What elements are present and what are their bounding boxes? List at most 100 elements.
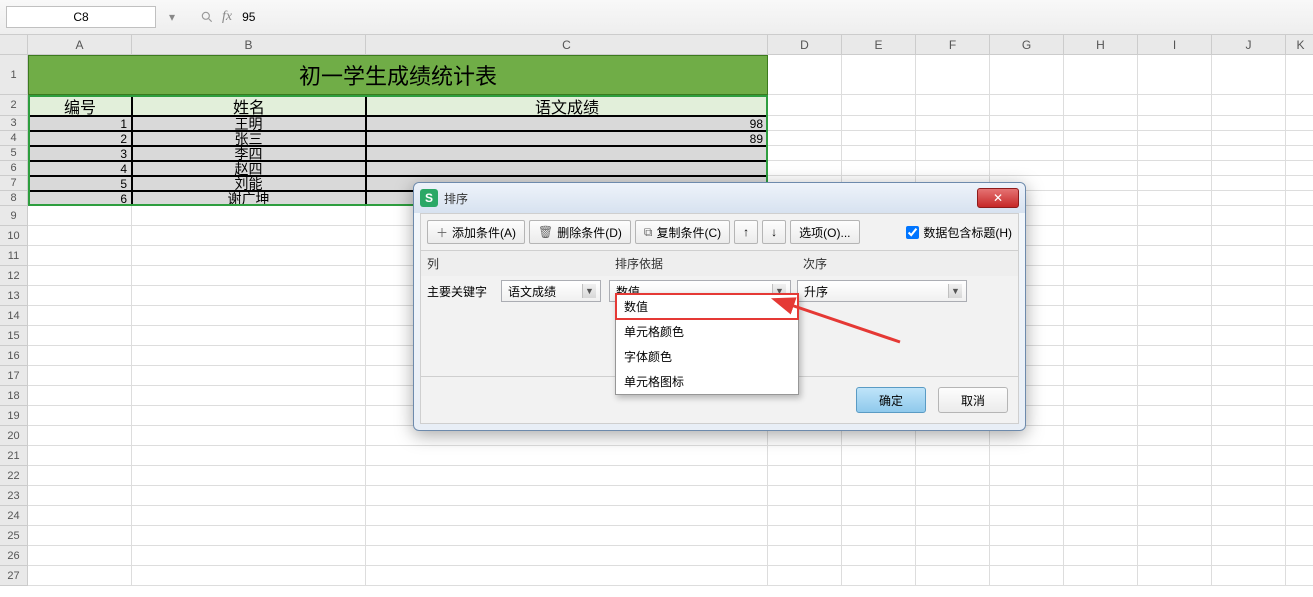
cell[interactable] (768, 466, 842, 486)
cell[interactable] (1286, 306, 1313, 326)
cell[interactable] (28, 526, 132, 546)
row-header[interactable]: 19 (0, 406, 28, 426)
row-header[interactable]: 7 (0, 176, 28, 191)
cell[interactable] (990, 116, 1064, 131)
cell[interactable] (1064, 406, 1138, 426)
cell[interactable] (132, 426, 366, 446)
cell[interactable] (366, 526, 768, 546)
fx-icon[interactable]: fx (222, 9, 232, 25)
cell[interactable] (1212, 326, 1286, 346)
cell[interactable] (916, 131, 990, 146)
cell[interactable] (1138, 466, 1212, 486)
cell[interactable] (1138, 566, 1212, 586)
cell[interactable] (1212, 116, 1286, 131)
cell[interactable] (1212, 55, 1286, 95)
cell[interactable] (842, 446, 916, 466)
cell[interactable] (1064, 506, 1138, 526)
title-cell[interactable]: 初一学生成绩统计表 (28, 55, 768, 95)
cell[interactable] (1286, 326, 1313, 346)
cell[interactable] (1138, 326, 1212, 346)
cell[interactable] (990, 446, 1064, 466)
cell[interactable] (1286, 366, 1313, 386)
column-header-H[interactable]: H (1064, 35, 1138, 55)
cell[interactable] (132, 246, 366, 266)
cell[interactable] (990, 95, 1064, 116)
dropdown-item[interactable]: 字体颜色 (616, 344, 798, 369)
row-header[interactable]: 11 (0, 246, 28, 266)
cell[interactable] (1286, 116, 1313, 131)
cell[interactable] (366, 506, 768, 526)
cell[interactable] (1138, 526, 1212, 546)
cell[interactable] (1286, 406, 1313, 426)
cell[interactable] (768, 506, 842, 526)
row-header[interactable]: 14 (0, 306, 28, 326)
dropdown-item[interactable]: 数值 (616, 294, 798, 319)
cell[interactable] (1064, 486, 1138, 506)
sort-column-select[interactable]: 语文成绩 ▼ (501, 280, 601, 302)
cell[interactable] (132, 466, 366, 486)
cell[interactable] (1286, 55, 1313, 95)
cell[interactable] (1212, 246, 1286, 266)
row-header[interactable]: 23 (0, 486, 28, 506)
cell[interactable] (916, 526, 990, 546)
cell[interactable] (132, 226, 366, 246)
cell[interactable] (842, 161, 916, 176)
column-header-C[interactable]: C (366, 35, 768, 55)
cell[interactable] (842, 95, 916, 116)
cell[interactable] (1138, 266, 1212, 286)
cell[interactable] (132, 506, 366, 526)
move-up-button[interactable]: ↑ (734, 220, 758, 244)
cell[interactable] (1286, 191, 1313, 206)
cell[interactable] (28, 326, 132, 346)
cell[interactable] (990, 506, 1064, 526)
cell[interactable] (1138, 161, 1212, 176)
cell[interactable] (1212, 366, 1286, 386)
cell[interactable] (990, 55, 1064, 95)
cell[interactable] (1064, 526, 1138, 546)
cell[interactable] (28, 266, 132, 286)
cell[interactable] (916, 466, 990, 486)
row-header[interactable]: 1 (0, 55, 28, 95)
cell[interactable] (768, 486, 842, 506)
data-cell[interactable]: 1 (28, 116, 132, 131)
cell[interactable] (1064, 146, 1138, 161)
cell[interactable] (1286, 386, 1313, 406)
close-button[interactable]: ✕ (977, 188, 1019, 208)
cell[interactable] (1286, 206, 1313, 226)
cell[interactable] (1212, 506, 1286, 526)
cell[interactable] (28, 466, 132, 486)
cell[interactable] (1064, 55, 1138, 95)
column-header-I[interactable]: I (1138, 35, 1212, 55)
cell[interactable] (1138, 146, 1212, 161)
cell[interactable] (1286, 266, 1313, 286)
cell[interactable] (1212, 466, 1286, 486)
row-header[interactable]: 10 (0, 226, 28, 246)
data-cell[interactable]: 4 (28, 161, 132, 176)
cell[interactable] (842, 546, 916, 566)
cell[interactable] (768, 546, 842, 566)
cell[interactable] (28, 546, 132, 566)
cell[interactable] (132, 526, 366, 546)
cell[interactable] (1286, 546, 1313, 566)
data-cell[interactable]: 2 (28, 131, 132, 146)
cell[interactable] (990, 146, 1064, 161)
cell[interactable] (1286, 226, 1313, 246)
dialog-titlebar[interactable]: S 排序 ✕ (414, 183, 1025, 213)
cell[interactable] (132, 346, 366, 366)
cell[interactable] (1138, 131, 1212, 146)
cell[interactable] (768, 526, 842, 546)
has-header-checkbox-input[interactable] (906, 226, 919, 239)
cell[interactable] (1286, 246, 1313, 266)
cell[interactable] (1212, 426, 1286, 446)
cell[interactable] (1138, 286, 1212, 306)
cell[interactable] (842, 131, 916, 146)
cell[interactable] (1286, 286, 1313, 306)
column-header-B[interactable]: B (132, 35, 366, 55)
cell[interactable] (1286, 486, 1313, 506)
cell[interactable] (1064, 161, 1138, 176)
cell[interactable] (1212, 446, 1286, 466)
cell[interactable] (1286, 466, 1313, 486)
cell[interactable] (1138, 386, 1212, 406)
cell[interactable] (916, 55, 990, 95)
data-cell[interactable]: 3 (28, 146, 132, 161)
